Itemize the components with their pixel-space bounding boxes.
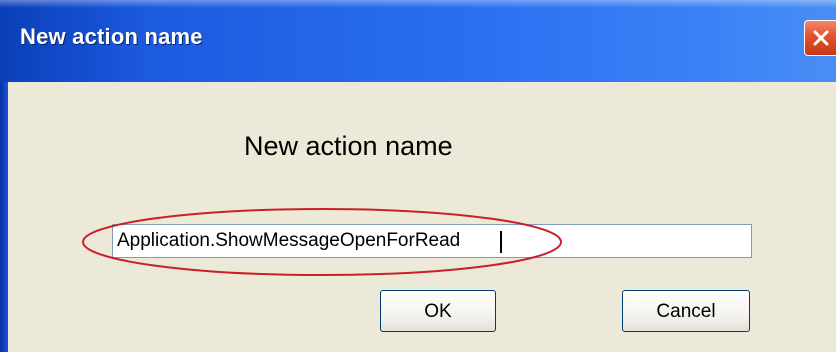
action-name-input[interactable] [112,224,752,258]
cancel-button[interactable]: Cancel [622,290,750,332]
title-bar[interactable]: New action name [0,0,836,82]
dialog-window: New action name New action name OK Cance… [0,0,836,352]
close-button[interactable] [804,20,836,56]
text-caret [500,231,502,253]
ok-button[interactable]: OK [380,290,496,332]
dialog-heading: New action name [244,131,453,161]
window-frame-left [0,82,8,352]
title-bar-shine [0,0,836,8]
window-title: New action name [20,24,203,49]
close-icon [813,30,829,46]
